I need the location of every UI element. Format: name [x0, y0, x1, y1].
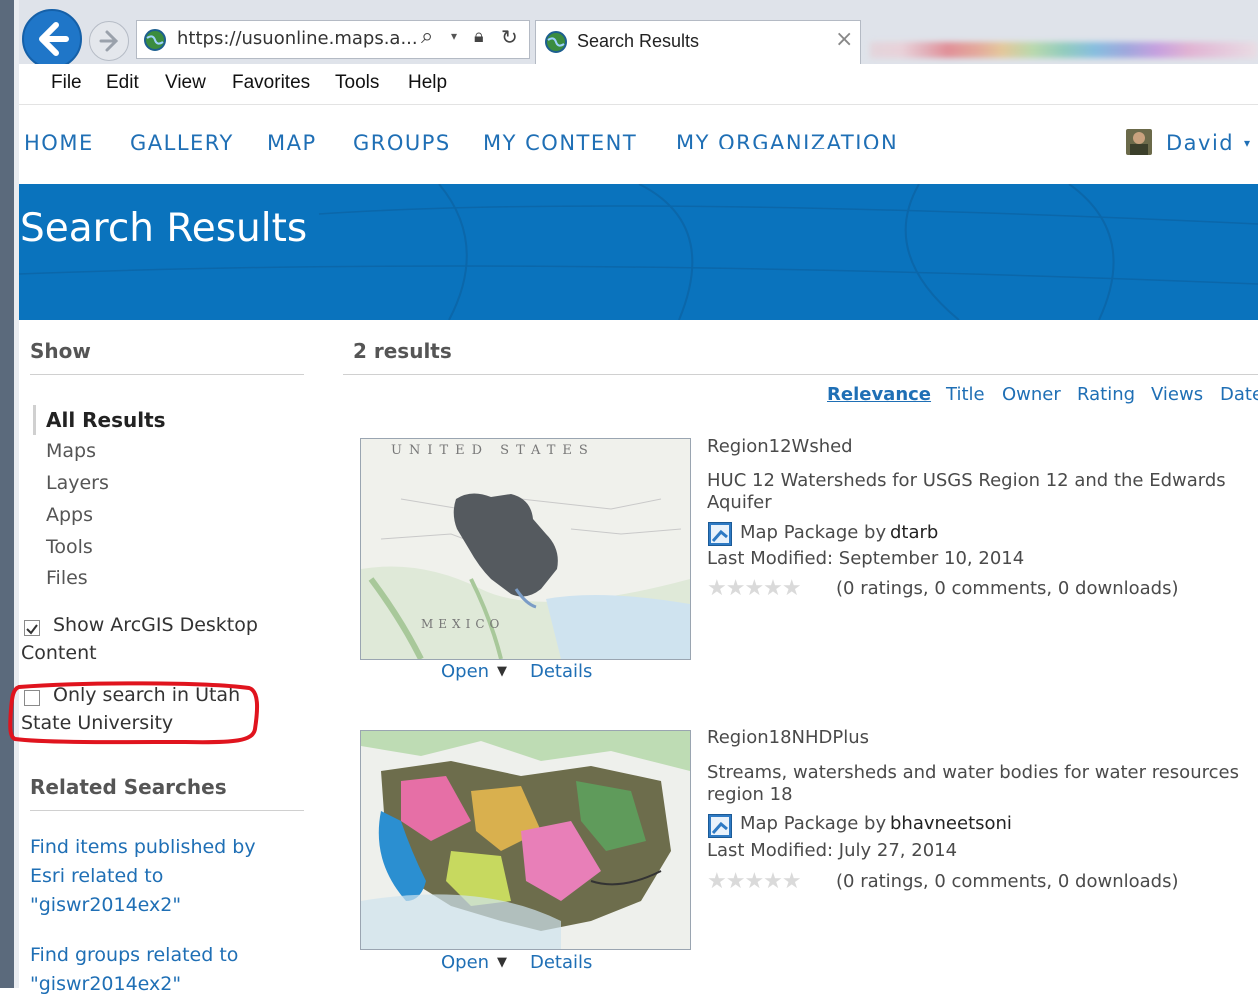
blurred-tabs	[870, 42, 1258, 58]
sort-owner[interactable]: Owner	[1002, 384, 1061, 405]
banner-map-texture	[19, 184, 1258, 320]
divider	[30, 810, 304, 811]
user-name[interactable]: David	[1166, 131, 1234, 155]
result-description: region 18	[707, 784, 793, 805]
menu-view[interactable]: View	[165, 72, 206, 94]
open-dropdown-icon[interactable]: ▼	[497, 664, 507, 679]
show-desktop-label-cont[interactable]: Content	[21, 642, 97, 664]
page-title: Search Results	[20, 206, 308, 251]
result-thumbnail[interactable]: UNITED STATES MEXICO	[360, 438, 691, 660]
related-heading: Related Searches	[30, 775, 227, 799]
filter-layers[interactable]: Layers	[46, 472, 109, 494]
details-link[interactable]: Details	[530, 952, 592, 973]
sort-rating[interactable]: Rating	[1077, 384, 1135, 405]
menu-help[interactable]: Help	[408, 72, 447, 94]
result-description: Streams, watersheds and water bodies for…	[707, 762, 1239, 783]
details-link[interactable]: Details	[530, 661, 592, 682]
sort-date[interactable]: Date	[1220, 384, 1258, 405]
show-heading: Show	[30, 339, 91, 363]
back-button[interactable]	[22, 9, 82, 69]
result-type: Map Package by	[740, 522, 887, 543]
filter-files[interactable]: Files	[46, 567, 88, 589]
active-marker	[33, 405, 36, 435]
result-owner[interactable]: dtarb	[890, 522, 938, 543]
result-thumbnail[interactable]	[360, 730, 691, 950]
nhdplus-map-image	[361, 731, 690, 949]
window-edge	[0, 0, 14, 988]
result-modified: Last Modified: July 27, 2014	[707, 840, 958, 861]
search-icon[interactable]: ⌕	[421, 24, 433, 49]
menu-tools[interactable]: Tools	[335, 72, 379, 94]
rating-stars-icon[interactable]: ★★★★★	[707, 869, 802, 894]
dropdown-icon[interactable]: ▾	[451, 29, 457, 43]
nav-my-content[interactable]: MY CONTENT	[483, 131, 637, 155]
result-description: HUC 12 Watersheds for USGS Region 12 and…	[707, 470, 1226, 491]
result-description: Aquifer	[707, 492, 772, 513]
menu-edit[interactable]: Edit	[106, 72, 139, 94]
sort-relevance[interactable]: Relevance	[827, 384, 931, 405]
tab-close-icon[interactable]: ×	[835, 27, 853, 52]
sort-title[interactable]: Title	[946, 384, 985, 405]
forward-arrow-icon	[99, 30, 119, 52]
nav-gallery[interactable]: GALLERY	[130, 131, 234, 155]
result-name[interactable]: Region18NHDPlus	[707, 727, 869, 748]
nav-groups[interactable]: GROUPS	[353, 131, 451, 155]
refresh-icon[interactable]: ↻	[501, 25, 518, 49]
checkmark-icon	[26, 624, 38, 635]
open-dropdown-icon[interactable]: ▼	[497, 955, 507, 970]
filter-all-results[interactable]: All Results	[46, 408, 166, 432]
map-label-country: UNITED STATES	[391, 443, 595, 458]
divider	[343, 374, 1258, 375]
forward-button[interactable]	[89, 21, 129, 61]
user-menu-chevron-icon[interactable]: ▾	[1244, 136, 1250, 150]
related-link-line[interactable]: Find groups related to	[30, 941, 238, 970]
divider	[30, 374, 304, 375]
watershed-map-image	[361, 439, 690, 659]
tab-globe-icon	[545, 31, 567, 53]
red-highlight-annotation	[8, 681, 260, 745]
show-desktop-checkbox[interactable]	[24, 620, 40, 636]
map-package-icon	[708, 522, 732, 546]
results-count: 2 results	[353, 339, 452, 363]
nav-my-organization[interactable]: MY ORGANIZATION	[676, 131, 898, 149]
show-desktop-label[interactable]: Show ArcGIS Desktop	[53, 614, 258, 636]
rating-stars-icon[interactable]: ★★★★★	[707, 576, 802, 601]
back-arrow-icon	[39, 22, 69, 56]
result-owner[interactable]: bhavneetsoni	[890, 813, 1012, 834]
nav-map[interactable]: MAP	[267, 131, 317, 155]
result-stats: (0 ratings, 0 comments, 0 downloads)	[836, 871, 1179, 892]
package-glyph-icon	[711, 525, 729, 543]
result-stats: (0 ratings, 0 comments, 0 downloads)	[836, 578, 1179, 599]
filter-apps[interactable]: Apps	[46, 504, 93, 526]
page-banner	[19, 184, 1258, 320]
avatar[interactable]	[1126, 129, 1152, 155]
related-link-line[interactable]: Esri related to	[30, 862, 256, 891]
map-label-country: MEXICO	[421, 617, 505, 631]
open-button[interactable]: Open	[441, 661, 489, 682]
filter-tools[interactable]: Tools	[46, 536, 93, 558]
map-package-icon	[708, 814, 732, 838]
menu-file[interactable]: File	[51, 72, 82, 94]
related-link-esri[interactable]: Find items published by Esri related to …	[30, 833, 256, 920]
menu-favorites[interactable]: Favorites	[232, 72, 310, 94]
window-border	[14, 0, 19, 988]
tab-title: Search Results	[577, 31, 700, 51]
result-name[interactable]: Region12Wshed	[707, 436, 853, 457]
sort-views[interactable]: Views	[1151, 384, 1203, 405]
open-button[interactable]: Open	[441, 952, 489, 973]
related-link-line[interactable]: "giswr2014ex2"	[30, 891, 256, 920]
result-modified: Last Modified: September 10, 2014	[707, 548, 1025, 569]
url-text[interactable]: https://usuonline.maps.a...	[177, 28, 418, 49]
related-link-groups[interactable]: Find groups related to "giswr2014ex2"	[30, 941, 238, 999]
nav-home[interactable]: HOME	[24, 131, 94, 155]
result-type: Map Package by	[740, 813, 887, 834]
related-link-line[interactable]: Find items published by	[30, 833, 256, 862]
globe-icon	[144, 29, 166, 51]
package-glyph-icon	[711, 817, 729, 835]
browser-tab[interactable]: Search Results ×	[535, 20, 861, 64]
lock-icon: 🔒︎	[474, 26, 484, 47]
filter-maps[interactable]: Maps	[46, 440, 96, 462]
related-link-line[interactable]: "giswr2014ex2"	[30, 970, 238, 999]
address-bar[interactable]: https://usuonline.maps.a... ⌕ ▾ 🔒︎ ↻	[136, 20, 530, 59]
